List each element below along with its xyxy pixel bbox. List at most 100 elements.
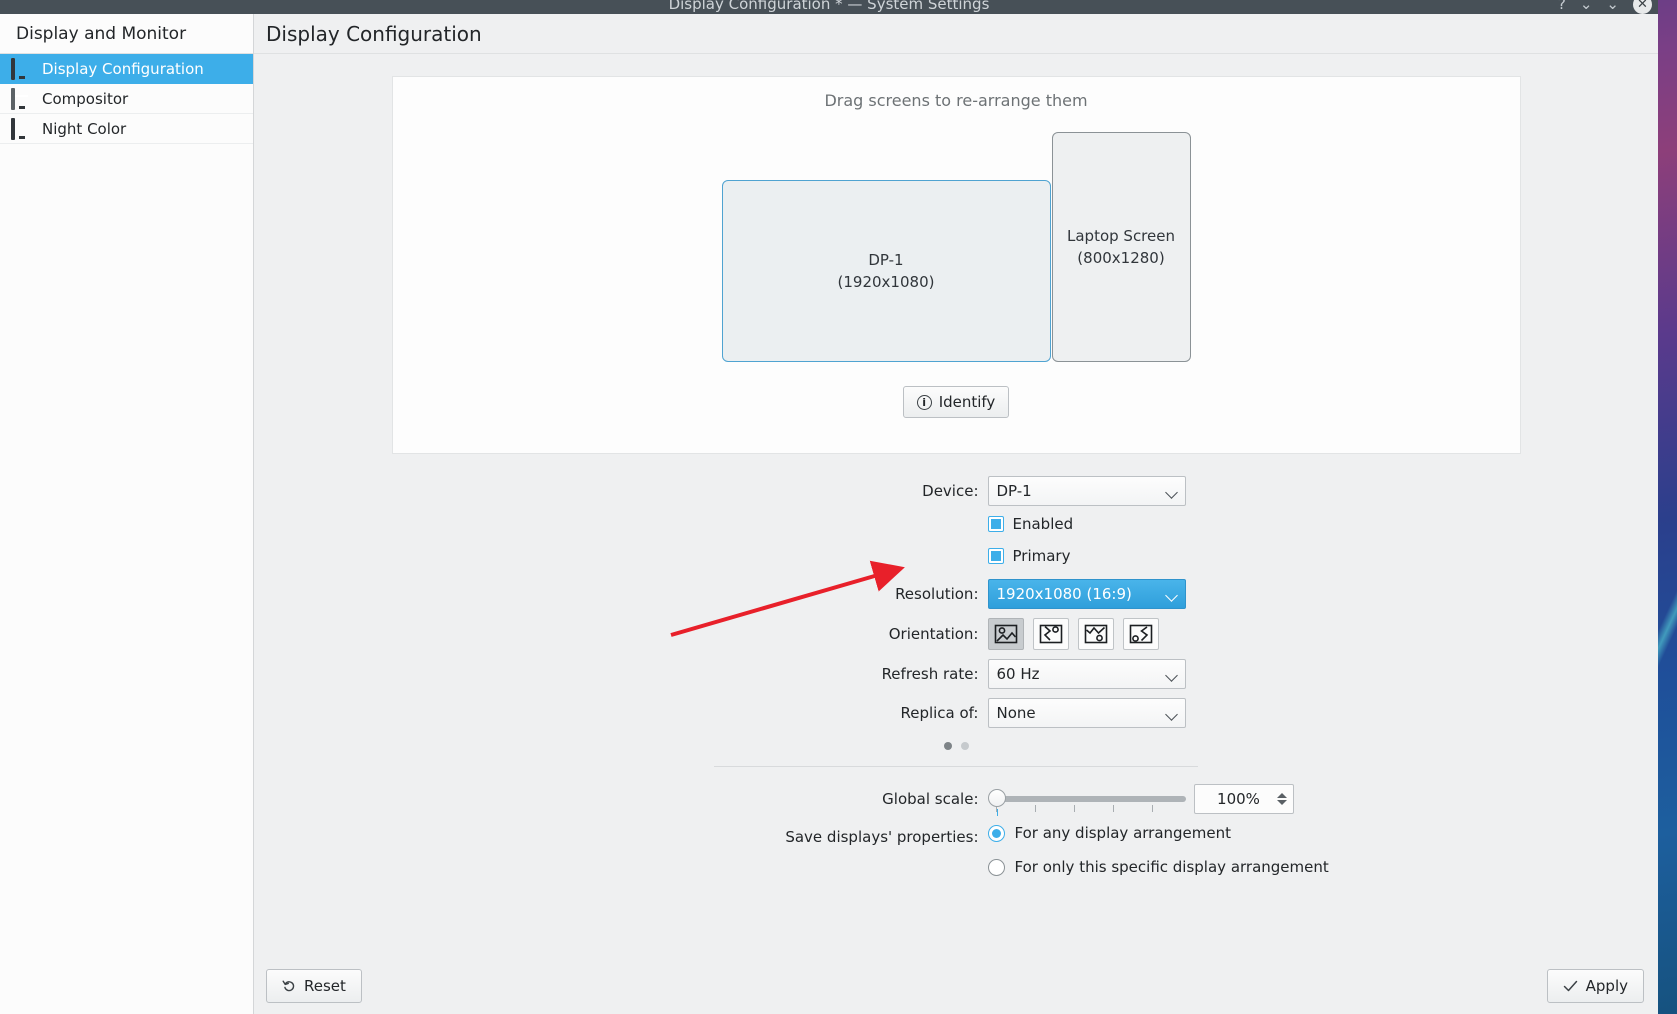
orientation-button-group: [987, 618, 1521, 650]
primary-checkbox[interactable]: [987, 548, 1004, 564]
replica-of-value: None: [996, 704, 1036, 722]
primary-row: Primary: [392, 547, 1521, 570]
screen-arrangement-panel[interactable]: Drag screens to re-arrange them DP-1 (19…: [391, 76, 1521, 454]
device-combo-value: DP-1: [996, 482, 1032, 500]
global-scale-row: Global scale: 100%: [392, 784, 1521, 816]
screen-tile-laptop-screen[interactable]: Laptop Screen (800x1280): [1051, 132, 1191, 362]
refresh-rate-combo[interactable]: 60 Hz: [987, 659, 1186, 689]
save-option-specific-radio[interactable]: [987, 858, 1005, 876]
settings-scroll-area: Drag screens to re-arrange them DP-1 (19…: [254, 54, 1658, 958]
apply-button-label: Apply: [1585, 977, 1628, 995]
resolution-label: Resolution:: [895, 585, 979, 603]
screen-canvas: DP-1 (1920x1080) Laptop Screen (800x1280…: [393, 120, 1520, 370]
replica-of-row: Replica of: None: [392, 698, 1521, 728]
sidebar-item-label: Display Configuration: [42, 59, 204, 78]
save-option-specific-label: For only this specific display arrangeme…: [1014, 858, 1329, 876]
replica-of-label: Replica of:: [900, 704, 979, 722]
monitor-icon: [11, 58, 33, 80]
orientation-0deg-button[interactable]: [987, 618, 1024, 650]
primary-label: Primary: [1012, 547, 1071, 565]
dialog-footer: Reset Apply: [254, 958, 1658, 1014]
orientation-180deg-icon: [1084, 624, 1107, 644]
identify-button[interactable]: i Identify: [902, 386, 1010, 418]
sidebar: Display and Monitor Display Configuratio…: [0, 14, 254, 1014]
orientation-180deg-button[interactable]: [1077, 618, 1114, 650]
global-scale-label: Global scale:: [882, 790, 979, 808]
sidebar-item-compositor[interactable]: Compositor: [0, 84, 253, 114]
save-properties-row-1: Save displays' properties: For any displ…: [392, 824, 1521, 849]
enabled-label: Enabled: [1012, 515, 1074, 533]
close-icon[interactable]: ✕: [1633, 0, 1652, 14]
chevron-down-icon: [1166, 485, 1179, 498]
monitor-icon: [11, 118, 33, 140]
slider-handle[interactable]: [987, 789, 1006, 816]
chevron-down-icon: [1166, 668, 1179, 681]
undo-icon: [282, 980, 295, 992]
slider-ticks: [995, 805, 1186, 812]
save-option-any-radio[interactable]: [987, 824, 1005, 842]
sidebar-item-night-color[interactable]: Night Color: [0, 114, 253, 144]
window-titlebar[interactable]: Display Configuration * — System Setting…: [0, 0, 1658, 14]
sidebar-item-display-configuration[interactable]: Display Configuration: [0, 54, 253, 84]
page-title: Display Configuration: [254, 14, 1658, 54]
spinner-arrows[interactable]: [1276, 793, 1287, 805]
save-option-any-label: For any display arrangement: [1014, 824, 1232, 842]
device-combo[interactable]: DP-1: [987, 476, 1186, 506]
identify-button-label: Identify: [938, 393, 996, 411]
screen-tile-name: Laptop Screen: [1067, 227, 1175, 245]
device-label: Device:: [922, 482, 979, 500]
page-indicator[interactable]: [392, 742, 1521, 750]
screen-tile-dp-1[interactable]: DP-1 (1920x1080): [721, 180, 1051, 362]
refresh-rate-label: Refresh rate:: [881, 665, 979, 683]
minimize-icon[interactable]: ⌄: [1580, 0, 1593, 13]
global-scale-slider[interactable]: [987, 786, 1186, 816]
replica-of-combo[interactable]: None: [987, 698, 1186, 728]
reset-button[interactable]: Reset: [266, 969, 362, 1003]
arrangement-hint: Drag screens to re-arrange them: [824, 91, 1088, 110]
identify-button-row: i Identify: [393, 386, 1520, 418]
spinner-up-icon[interactable]: [1276, 793, 1287, 798]
apply-button[interactable]: Apply: [1546, 969, 1644, 1003]
chevron-down-icon: [1166, 588, 1179, 601]
resolution-row: Resolution: 1920x1080 (16:9): [392, 579, 1521, 609]
slider-track: [995, 796, 1186, 802]
orientation-90deg-button[interactable]: [1032, 618, 1069, 650]
spinner-down-icon[interactable]: [1276, 800, 1287, 805]
enabled-row: Enabled: [392, 515, 1521, 538]
save-properties-row-2: For only this specific display arrangeme…: [392, 858, 1521, 883]
primary-checkbox-row[interactable]: Primary: [987, 547, 1521, 565]
window-body: Display and Monitor Display Configuratio…: [0, 14, 1658, 1014]
resolution-combo[interactable]: 1920x1080 (16:9): [987, 579, 1186, 609]
info-icon: i: [916, 394, 932, 410]
sidebar-item-label: Night Color: [42, 119, 127, 138]
orientation-270deg-button[interactable]: [1122, 618, 1159, 650]
save-option-any-row[interactable]: For any display arrangement: [987, 824, 1521, 842]
page-dot-2[interactable]: [960, 742, 969, 750]
page-dot-1[interactable]: [943, 742, 952, 750]
orientation-270deg-icon: [1129, 624, 1152, 644]
enabled-checkbox-row[interactable]: Enabled: [987, 515, 1521, 533]
check-icon: [1563, 980, 1577, 992]
compositor-icon: [11, 88, 33, 110]
global-scale-value: 100%: [1217, 790, 1260, 808]
help-icon[interactable]: ?: [1558, 0, 1566, 13]
screen-tile-resolution: (1920x1080): [837, 273, 935, 291]
sidebar-item-label: Compositor: [42, 89, 129, 108]
maximize-icon[interactable]: ⌄: [1606, 0, 1619, 13]
sidebar-header: Display and Monitor: [0, 14, 253, 54]
window-title: Display Configuration * — System Setting…: [668, 0, 990, 13]
save-option-specific-row[interactable]: For only this specific display arrangeme…: [987, 858, 1521, 876]
resolution-combo-value: 1920x1080 (16:9): [996, 585, 1132, 603]
orientation-0deg-icon: [994, 624, 1017, 644]
reset-button-label: Reset: [304, 977, 346, 995]
orientation-90deg-icon: [1039, 624, 1062, 644]
screen-tile-name: DP-1: [868, 251, 904, 269]
orientation-label: Orientation:: [888, 625, 979, 643]
chevron-down-icon: [1166, 707, 1179, 720]
global-scale-spinbox[interactable]: 100%: [1193, 784, 1294, 814]
orientation-row: Orientation:: [392, 618, 1521, 650]
window-controls: ? ⌄ ⌄ ✕: [1558, 0, 1652, 14]
enabled-checkbox[interactable]: [987, 516, 1004, 532]
system-settings-window: Display Configuration * — System Setting…: [0, 0, 1658, 1014]
screen-tile-resolution: (800x1280): [1077, 249, 1165, 267]
